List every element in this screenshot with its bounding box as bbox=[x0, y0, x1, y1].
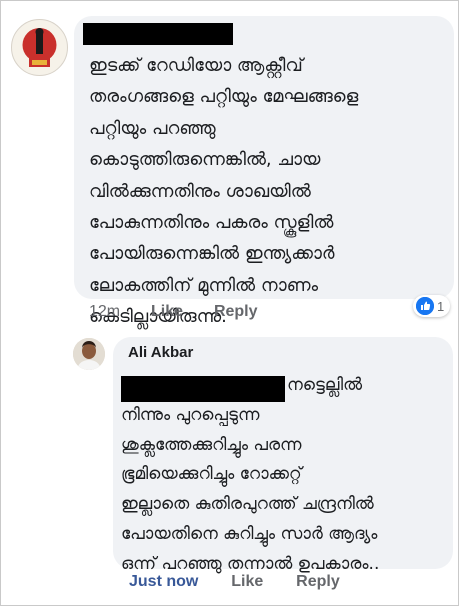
comment-line: തരംഗങ്ങളെ പറ്റിയും മേഘങ്ങളെ bbox=[89, 86, 359, 108]
like-reaction-icon bbox=[416, 297, 434, 315]
reply-button[interactable]: Reply bbox=[214, 303, 258, 320]
comment-line: പോയിരുന്നെങ്കിൽ ഇന്ത്യക്കാർ bbox=[89, 243, 335, 265]
reply-line: ഇല്ലാതെ കുതിരപുറത്ത് ചന്ദ്രനിൽ bbox=[121, 494, 374, 515]
reaction-count: 1 bbox=[437, 298, 445, 314]
comment-line: പോകുന്നതിനും പകരം സ്കൂളിൽ bbox=[89, 212, 334, 234]
reply-reply-button[interactable]: Reply bbox=[296, 573, 340, 590]
redacted-author-name bbox=[83, 23, 233, 45]
reaction-count-badge[interactable]: 1 bbox=[413, 295, 451, 317]
reply-timestamp[interactable]: Just now bbox=[129, 573, 198, 590]
comment-line: പറ്റിയും പറഞ്ഞു bbox=[89, 117, 216, 139]
reply-line: നട്ടെല്ലിൽ bbox=[287, 375, 363, 395]
comment-line: വിൽക്കുന്നതിനും ശാഖയിൽ bbox=[89, 180, 311, 202]
reply-like-button[interactable]: Like bbox=[231, 573, 263, 590]
avatar-logo-icon bbox=[12, 20, 67, 75]
commenter-avatar[interactable] bbox=[11, 19, 68, 76]
reply-line: ശുക്ലത്തേക്കുറിച്ചും പരന്ന bbox=[121, 434, 302, 455]
person-avatar-icon bbox=[73, 338, 105, 370]
comment-timestamp[interactable]: 12m bbox=[89, 303, 120, 320]
reply-line: നിന്നും പുറപ്പെടുന്ന bbox=[121, 404, 260, 425]
reply-line: ഭൂമിയെക്കുറിച്ചും റോക്കറ്റ് bbox=[121, 464, 302, 485]
comment-line: ലോകത്തിന് മുന്നിൽ നാണം bbox=[89, 274, 319, 296]
comment-line: ഇടക്ക് റേഡിയോ ആക്റ്റീവ് bbox=[89, 55, 303, 76]
comment-text: ഇടക്ക് റേഡിയോ ആക്റ്റീവ് തരംഗങ്ങളെ പറ്റിയ… bbox=[89, 50, 449, 333]
reply-actions: Just now Like Reply bbox=[129, 573, 340, 591]
reply-author-avatar[interactable] bbox=[73, 338, 105, 370]
like-button[interactable]: Like bbox=[151, 303, 183, 320]
reply-author-name[interactable]: Ali Akbar bbox=[128, 344, 193, 361]
comment-actions: 12m Like Reply bbox=[89, 303, 258, 321]
comment-line: കൊടുത്തിരുന്നെങ്കിൽ, ചായ bbox=[89, 149, 321, 171]
reply-line: പോയതിനെ കുറിച്ചും സാർ ആദ്യം bbox=[121, 523, 378, 544]
comment-thread: ഇടക്ക് റേഡിയോ ആക്റ്റീവ് തരംഗങ്ങളെ പറ്റിയ… bbox=[0, 0, 459, 606]
reply-text: നട്ടെല്ലിൽ നിന്നും പുറപ്പെടുന്ന ശുക്ലത്ത… bbox=[121, 371, 451, 580]
